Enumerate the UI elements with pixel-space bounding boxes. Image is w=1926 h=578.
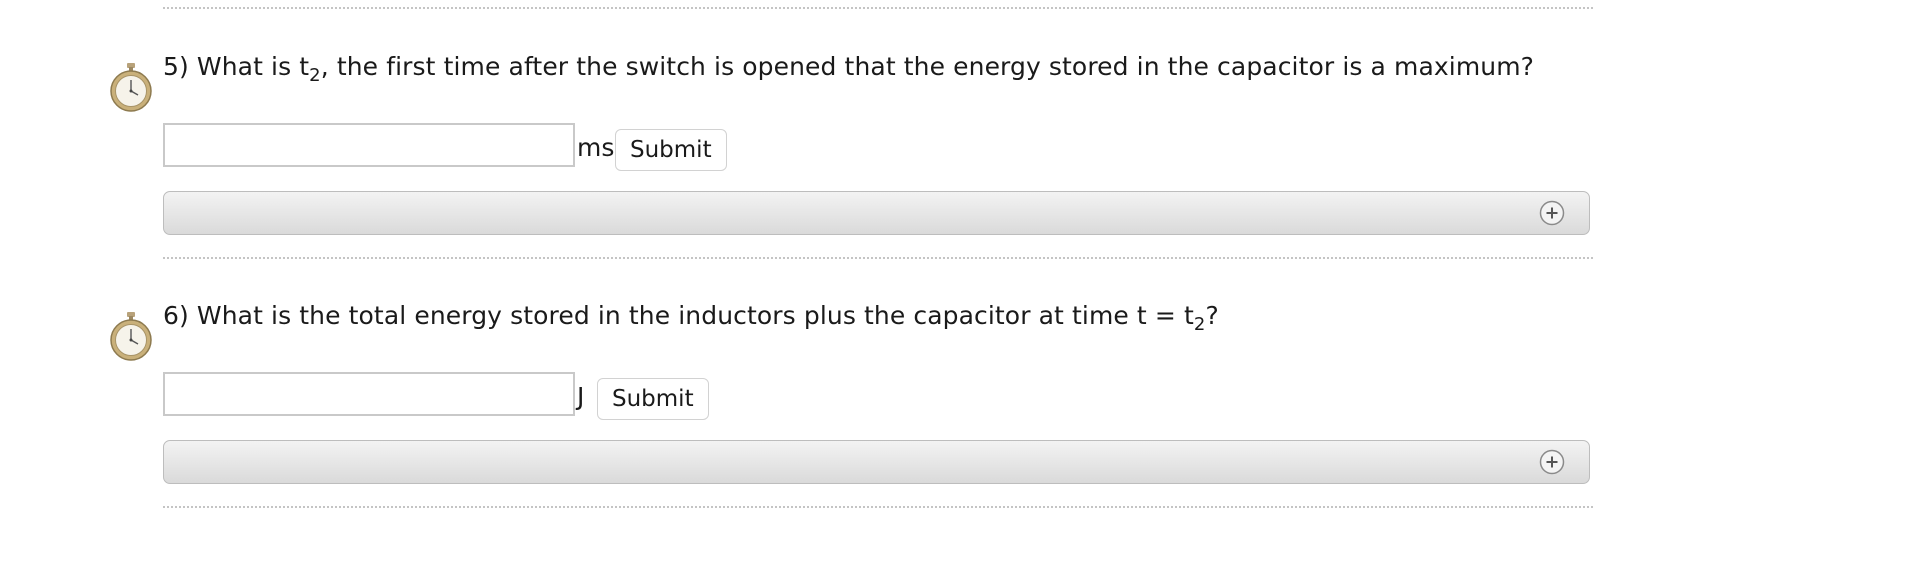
answer-input-q5[interactable] — [163, 123, 575, 167]
question-6-text: 6) What is the total energy stored in th… — [163, 301, 1219, 334]
question-text-part: What is t — [196, 52, 310, 81]
question-text-part: ? — [1205, 301, 1219, 330]
plus-circle-icon[interactable] — [1539, 200, 1565, 226]
unit-label-q5: ms — [577, 133, 615, 162]
question-subscript: 2 — [1193, 314, 1206, 335]
expand-bar-q5[interactable] — [163, 191, 1590, 235]
question-text-part: What is the total energy stored in the i… — [196, 301, 1194, 330]
question-text-part: , the first time after the switch is ope… — [320, 52, 1535, 81]
divider-bottom — [163, 506, 1593, 508]
question-6: 6) What is the total energy stored in th… — [0, 249, 1926, 489]
answer-input-q6[interactable] — [163, 372, 575, 416]
stopwatch-icon — [110, 63, 152, 112]
question-number: 6) — [163, 301, 189, 330]
question-5: 5) What is t2, the first time after the … — [0, 0, 1926, 240]
submit-button-q5[interactable]: Submit — [615, 129, 727, 171]
question-number: 5) — [163, 52, 189, 81]
question-subscript: 2 — [309, 65, 321, 86]
expand-bar-q6[interactable] — [163, 440, 1590, 484]
unit-label-q6: J — [577, 382, 585, 411]
question-5-text: 5) What is t2, the first time after the … — [163, 52, 1535, 85]
plus-circle-icon[interactable] — [1539, 449, 1565, 475]
stopwatch-icon — [110, 312, 152, 361]
submit-button-q6[interactable]: Submit — [597, 378, 709, 420]
